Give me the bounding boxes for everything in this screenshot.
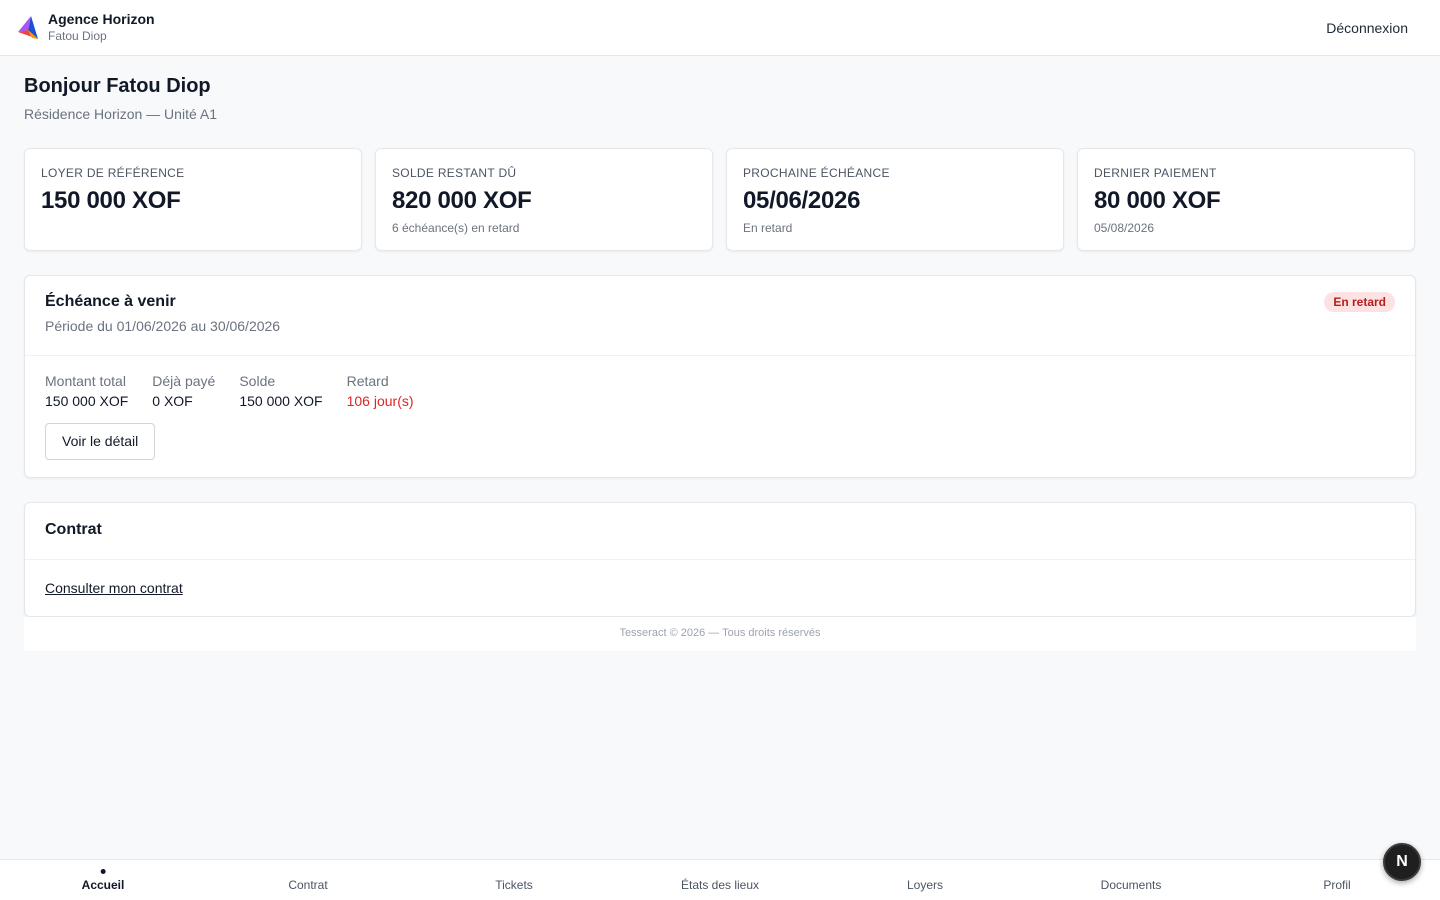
page-title: Bonjour Fatou Diop bbox=[24, 75, 211, 97]
brand-text: Agence Horizon Fatou Diop bbox=[48, 11, 155, 43]
view-detail-button[interactable]: Voir le détail bbox=[45, 423, 156, 460]
stat-value: 150 000 XOF bbox=[41, 187, 181, 214]
field-value-delay: 106 jour(s) bbox=[346, 393, 414, 409]
brand: Agence Horizon Fatou Diop bbox=[16, 11, 155, 43]
nav-item-tickets[interactable]: Tickets bbox=[495, 860, 533, 900]
stats-row: LOYER DE RÉFÉRENCE 150 000 XOF SOLDE RES… bbox=[24, 148, 1416, 251]
nav-label: Tickets bbox=[495, 878, 533, 892]
dev-tools-badge[interactable]: N bbox=[1383, 843, 1421, 881]
due-balance: Solde 150 000 XOF bbox=[239, 373, 322, 409]
field-value: 0 XOF bbox=[152, 393, 193, 409]
field-value: 150 000 XOF bbox=[45, 393, 129, 409]
field-label: Solde bbox=[239, 373, 276, 389]
current-user-name: Fatou Diop bbox=[48, 29, 107, 44]
stat-card-balance-due: SOLDE RESTANT DÛ 820 000 XOF 6 échéance(… bbox=[375, 148, 713, 251]
agency-name: Agence Horizon bbox=[48, 11, 155, 28]
nav-label: États des lieux bbox=[680, 878, 760, 892]
contract-title: Contrat bbox=[45, 521, 102, 538]
active-indicator-dot bbox=[100, 869, 106, 874]
contract-header: Contrat bbox=[25, 503, 1415, 560]
stat-value: 820 000 XOF bbox=[392, 187, 532, 214]
stat-label: LOYER DE RÉFÉRENCE bbox=[41, 166, 185, 180]
status-badge: En retard bbox=[1324, 292, 1395, 312]
due-already-paid: Déjà payé 0 XOF bbox=[152, 373, 215, 409]
top-bar: Agence Horizon Fatou Diop Déconnexion bbox=[0, 0, 1440, 56]
nav-label: Accueil bbox=[81, 878, 125, 892]
nav-label: Contrat bbox=[288, 878, 328, 892]
nav-item-etats-des-lieux[interactable]: États des lieux bbox=[681, 860, 759, 900]
upcoming-due-body: Montant total 150 000 XOF Déjà payé 0 XO… bbox=[25, 356, 1415, 460]
stat-label: SOLDE RESTANT DÛ bbox=[392, 166, 517, 180]
nav-item-loyers[interactable]: Loyers bbox=[907, 860, 943, 900]
stat-subtext: En retard bbox=[743, 221, 793, 235]
upcoming-due-header: Échéance à venir Période du 01/06/2026 a… bbox=[25, 276, 1415, 356]
field-label: Déjà payé bbox=[152, 373, 216, 389]
nav-label: Documents bbox=[1100, 878, 1162, 892]
upcoming-due-title: Échéance à venir bbox=[45, 293, 176, 310]
residence-subtitle: Résidence Horizon — Unité A1 bbox=[24, 106, 217, 122]
stat-value: 05/06/2026 bbox=[743, 187, 861, 214]
due-amounts: Montant total 150 000 XOF Déjà payé 0 XO… bbox=[45, 373, 1395, 409]
field-label: Retard bbox=[346, 373, 389, 389]
page-footer: Tesseract © 2026 — Tous droits réservés bbox=[24, 617, 1416, 651]
logout-button[interactable]: Déconnexion bbox=[1326, 20, 1408, 36]
nav-item-profil[interactable]: Profil bbox=[1323, 860, 1350, 900]
nav-item-accueil[interactable]: Accueil bbox=[81, 860, 125, 900]
nav-label: Profil bbox=[1323, 878, 1351, 892]
bottom-nav: Accueil Contrat Tickets États des lieux … bbox=[0, 859, 1440, 900]
nav-label: Loyers bbox=[906, 878, 944, 892]
agency-logo-icon bbox=[18, 15, 38, 39]
stat-subtext: 05/08/2026 bbox=[1094, 221, 1155, 235]
stat-card-next-due-date: PROCHAINE ÉCHÉANCE 05/06/2026 En retard bbox=[726, 148, 1064, 251]
stat-card-last-payment: DERNIER PAIEMENT 80 000 XOF 05/08/2026 bbox=[1077, 148, 1415, 251]
nav-item-documents[interactable]: Documents bbox=[1101, 860, 1162, 900]
indicator-placeholder bbox=[305, 869, 310, 874]
indicator-placeholder bbox=[923, 869, 928, 874]
stat-card-reference-rent: LOYER DE RÉFÉRENCE 150 000 XOF bbox=[24, 148, 362, 251]
stat-value: 80 000 XOF bbox=[1094, 187, 1221, 214]
due-total-amount: Montant total 150 000 XOF bbox=[45, 373, 128, 409]
indicator-placeholder bbox=[717, 869, 722, 874]
field-label: Montant total bbox=[45, 373, 126, 389]
indicator-placeholder bbox=[1128, 869, 1133, 874]
indicator-placeholder bbox=[512, 869, 517, 874]
stat-label: PROCHAINE ÉCHÉANCE bbox=[743, 166, 890, 180]
stat-subtext: 6 échéance(s) en retard bbox=[392, 221, 520, 235]
upcoming-due-card: Échéance à venir Période du 01/06/2026 a… bbox=[24, 275, 1416, 478]
nav-item-contrat[interactable]: Contrat bbox=[288, 860, 327, 900]
dashboard-main: Bonjour Fatou Diop Résidence Horizon — U… bbox=[24, 56, 1416, 651]
view-contract-link[interactable]: Consulter mon contrat bbox=[45, 580, 183, 596]
stat-label: DERNIER PAIEMENT bbox=[1094, 166, 1217, 180]
indicator-placeholder bbox=[1335, 869, 1340, 874]
due-delay: Retard 106 jour(s) bbox=[347, 373, 414, 409]
contract-body: Consulter mon contrat bbox=[25, 560, 1415, 598]
field-value: 150 000 XOF bbox=[239, 393, 323, 409]
upcoming-due-period: Période du 01/06/2026 au 30/06/2026 bbox=[45, 318, 281, 334]
contract-card: Contrat Consulter mon contrat bbox=[24, 502, 1416, 617]
